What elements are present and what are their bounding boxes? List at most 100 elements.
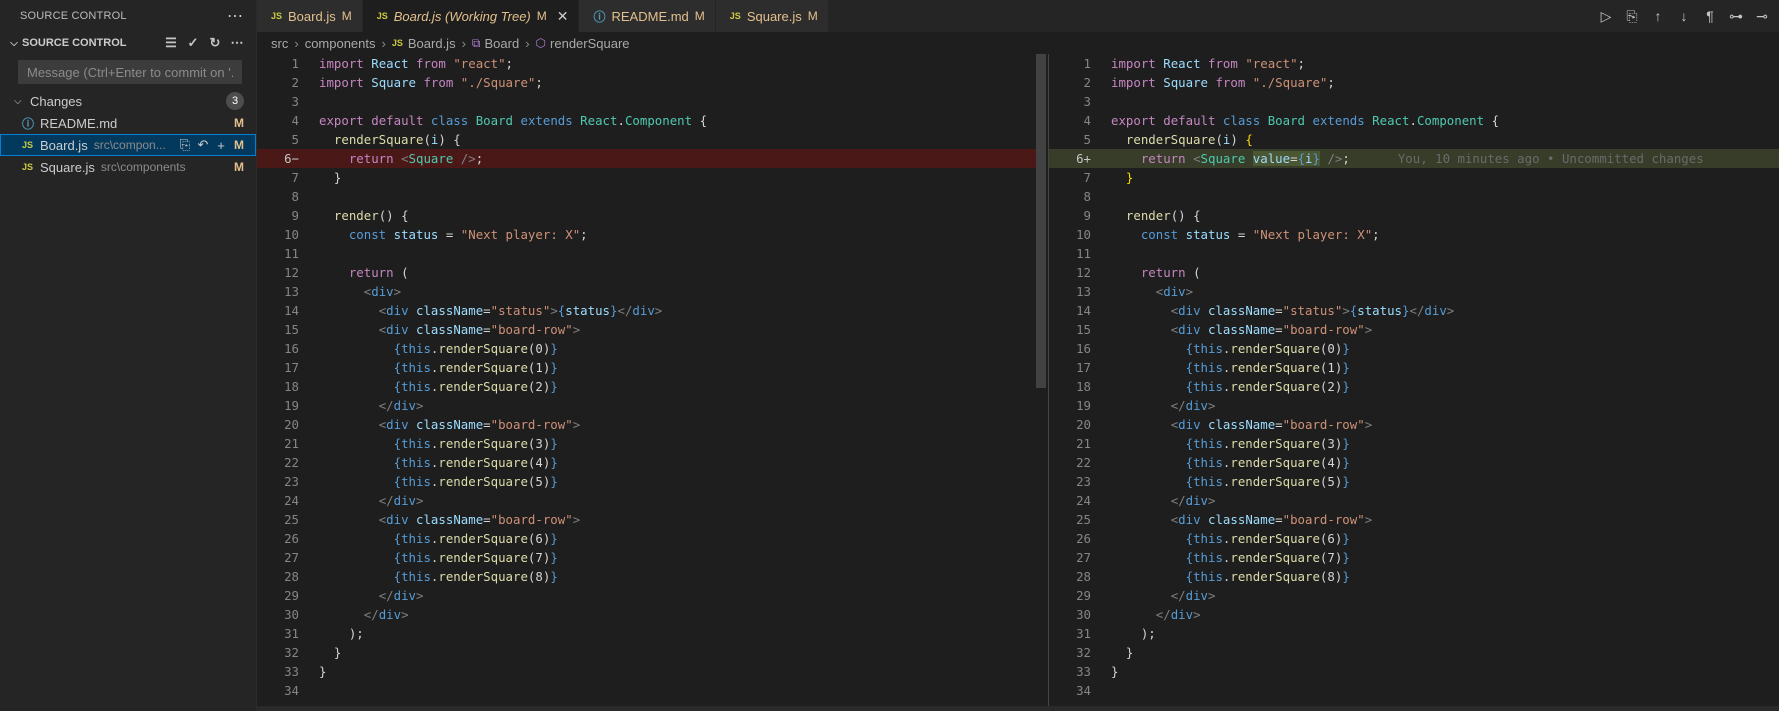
code-line: 30 </div> xyxy=(1049,605,1779,624)
line-number: 17 xyxy=(1076,360,1091,375)
sidebar-title: SOURCE CONTROL xyxy=(20,10,127,22)
line-number: 34 xyxy=(284,683,299,698)
code-line: 33} xyxy=(257,662,1037,681)
horizontal-scrollbar[interactable] xyxy=(257,706,1779,711)
code-line: 13 <div> xyxy=(1049,282,1779,301)
code-line: 18 {this.renderSquare(2)} xyxy=(1049,377,1779,396)
discard-changes-icon[interactable]: ↶ xyxy=(194,137,212,153)
code-line: 9 render() { xyxy=(1049,206,1779,225)
code-line: 16 {this.renderSquare(0)} xyxy=(257,339,1037,358)
tab-square-js[interactable]: JS Square.js M xyxy=(715,0,829,32)
refresh-icon[interactable]: ↻ xyxy=(204,35,226,51)
scrollbar-thumb[interactable] xyxy=(1036,54,1046,388)
open-file-icon[interactable]: ⎘ xyxy=(1621,8,1643,25)
line-number: 31 xyxy=(284,626,299,641)
code-line: 8 xyxy=(257,187,1037,206)
code-line: 14 <div className="status">{status}</div… xyxy=(1049,301,1779,320)
changes-group[interactable]: ⌵ Changes 3 xyxy=(0,90,256,112)
line-number: 12 xyxy=(1076,265,1091,280)
more-actions-icon[interactable]: ⋯ xyxy=(227,6,244,26)
stage-changes-icon[interactable]: + xyxy=(212,138,230,153)
tab-label: Board.js xyxy=(288,8,336,24)
arrow-up-icon[interactable]: ↑ xyxy=(1647,8,1669,24)
source-control-section[interactable]: ⌵ SOURCE CONTROL ☰ ✓ ↻ ⋯ xyxy=(0,32,256,54)
tab-status: M xyxy=(807,9,818,23)
changed-file-board[interactable]: JS Board.js src\compon... ⎘ ↶ + M xyxy=(0,134,256,156)
line-number: 31 xyxy=(1076,626,1091,641)
line-number: 30 xyxy=(1076,607,1091,622)
blame-annotation: You, 10 minutes ago • Uncommitted change… xyxy=(1397,151,1704,166)
code-line: 34 xyxy=(257,681,1037,700)
line-number: 3 xyxy=(1083,94,1091,109)
breadcrumb: src › components › JS Board.js › ⧉ Board… xyxy=(257,32,1779,54)
line-number: 2 xyxy=(1083,75,1091,90)
line-number: 29 xyxy=(1076,588,1091,603)
view-as-tree-icon[interactable]: ☰ xyxy=(160,35,182,51)
editor-actions: ▷ ⎘ ↑ ↓ ¶ ⊶ ⊸ xyxy=(1595,0,1773,32)
code-line: 10 const status = "Next player: X"; xyxy=(257,225,1037,244)
breadcrumb-file[interactable]: Board.js xyxy=(408,36,456,51)
diff-modified-pane[interactable]: 1 import React from "react"; 2 import Squa… xyxy=(1049,54,1779,706)
line-number: 10 xyxy=(284,227,299,242)
breadcrumb-components[interactable]: components xyxy=(305,36,376,51)
commit-message-input[interactable] xyxy=(25,63,235,81)
tab-board-js[interactable]: JS Board.js M xyxy=(257,0,363,32)
run-icon[interactable]: ▷ xyxy=(1595,8,1617,25)
changed-file-square[interactable]: JS Square.js src\components M xyxy=(0,156,256,178)
line-number: 17 xyxy=(284,360,299,375)
tab-status: M xyxy=(694,9,705,23)
line-number: 1 xyxy=(1083,56,1091,71)
info-icon: ⓘ xyxy=(593,9,606,24)
code-line: 31 ); xyxy=(257,624,1037,643)
open-file-icon[interactable]: ⎘ xyxy=(176,137,194,153)
breadcrumb-src[interactable]: src xyxy=(271,36,288,51)
code-line: 15 <div className="board-row"> xyxy=(1049,320,1779,339)
line-number: 12 xyxy=(284,265,299,280)
chevron-down-icon[interactable]: ⌵ xyxy=(14,96,30,107)
code-line: 22 {this.renderSquare(4)} xyxy=(1049,453,1779,472)
git-commit-icon[interactable]: ⊶ xyxy=(1725,8,1747,25)
line-number: 22 xyxy=(284,455,299,470)
line-number: 5 xyxy=(291,132,299,147)
commit-message-box[interactable] xyxy=(18,60,242,84)
file-status: M xyxy=(234,138,244,152)
line-number: 4 xyxy=(291,113,299,128)
arrow-down-icon[interactable]: ↓ xyxy=(1673,8,1695,24)
more-actions-icon[interactable]: ⋯ xyxy=(226,35,248,51)
line-number: 6+ xyxy=(1076,151,1091,166)
commit-check-icon[interactable]: ✓ xyxy=(182,35,204,51)
git-compare-icon[interactable]: ⊸ xyxy=(1751,8,1773,25)
line-number: 23 xyxy=(284,474,299,489)
code-line: 23 {this.renderSquare(5)} xyxy=(257,472,1037,491)
file-name: README.md xyxy=(40,115,118,131)
code-line: 32 } xyxy=(257,643,1037,662)
line-number: 14 xyxy=(284,303,299,318)
line-number: 13 xyxy=(284,284,299,299)
changed-file-readme[interactable]: ⓘ README.md M xyxy=(0,112,256,134)
javascript-file-icon: JS xyxy=(22,140,34,150)
code-line: 1 import React from "react"; xyxy=(257,54,1037,73)
breadcrumb-class[interactable]: Board xyxy=(485,36,520,51)
line-number: 4 xyxy=(1083,113,1091,128)
code-line: 23 {this.renderSquare(5)} xyxy=(1049,472,1779,491)
javascript-file-icon: JS xyxy=(391,38,403,48)
line-number: 14 xyxy=(1076,303,1091,318)
line-number: 15 xyxy=(1076,322,1091,337)
line-number: 33 xyxy=(1076,664,1091,679)
code-line: 4 export default class Board extends Reac… xyxy=(1049,111,1779,130)
tab-board-js-working-tree[interactable]: JS Board.js (Working Tree) M ✕ xyxy=(362,0,580,32)
code-line: 28 {this.renderSquare(8)} xyxy=(1049,567,1779,586)
breadcrumb-method[interactable]: renderSquare xyxy=(550,36,630,51)
whitespace-icon[interactable]: ¶ xyxy=(1699,8,1721,24)
code-line: 21 {this.renderSquare(3)} xyxy=(1049,434,1779,453)
class-icon: ⧉ xyxy=(471,35,481,50)
code-line: 7 } xyxy=(257,168,1037,187)
tab-readme[interactable]: ⓘ README.md M xyxy=(579,0,716,32)
code-line: 1 import React from "react"; xyxy=(1049,54,1779,73)
code-line: 9 render() { xyxy=(257,206,1037,225)
tab-label: Board.js (Working Tree) xyxy=(393,8,531,24)
diff-original-pane[interactable]: 1 import React from "react"; 2 import Squa… xyxy=(257,54,1037,706)
tab-label: README.md xyxy=(611,8,689,24)
close-icon[interactable]: ✕ xyxy=(557,8,569,25)
chevron-down-icon[interactable]: ⌵ xyxy=(6,38,22,49)
